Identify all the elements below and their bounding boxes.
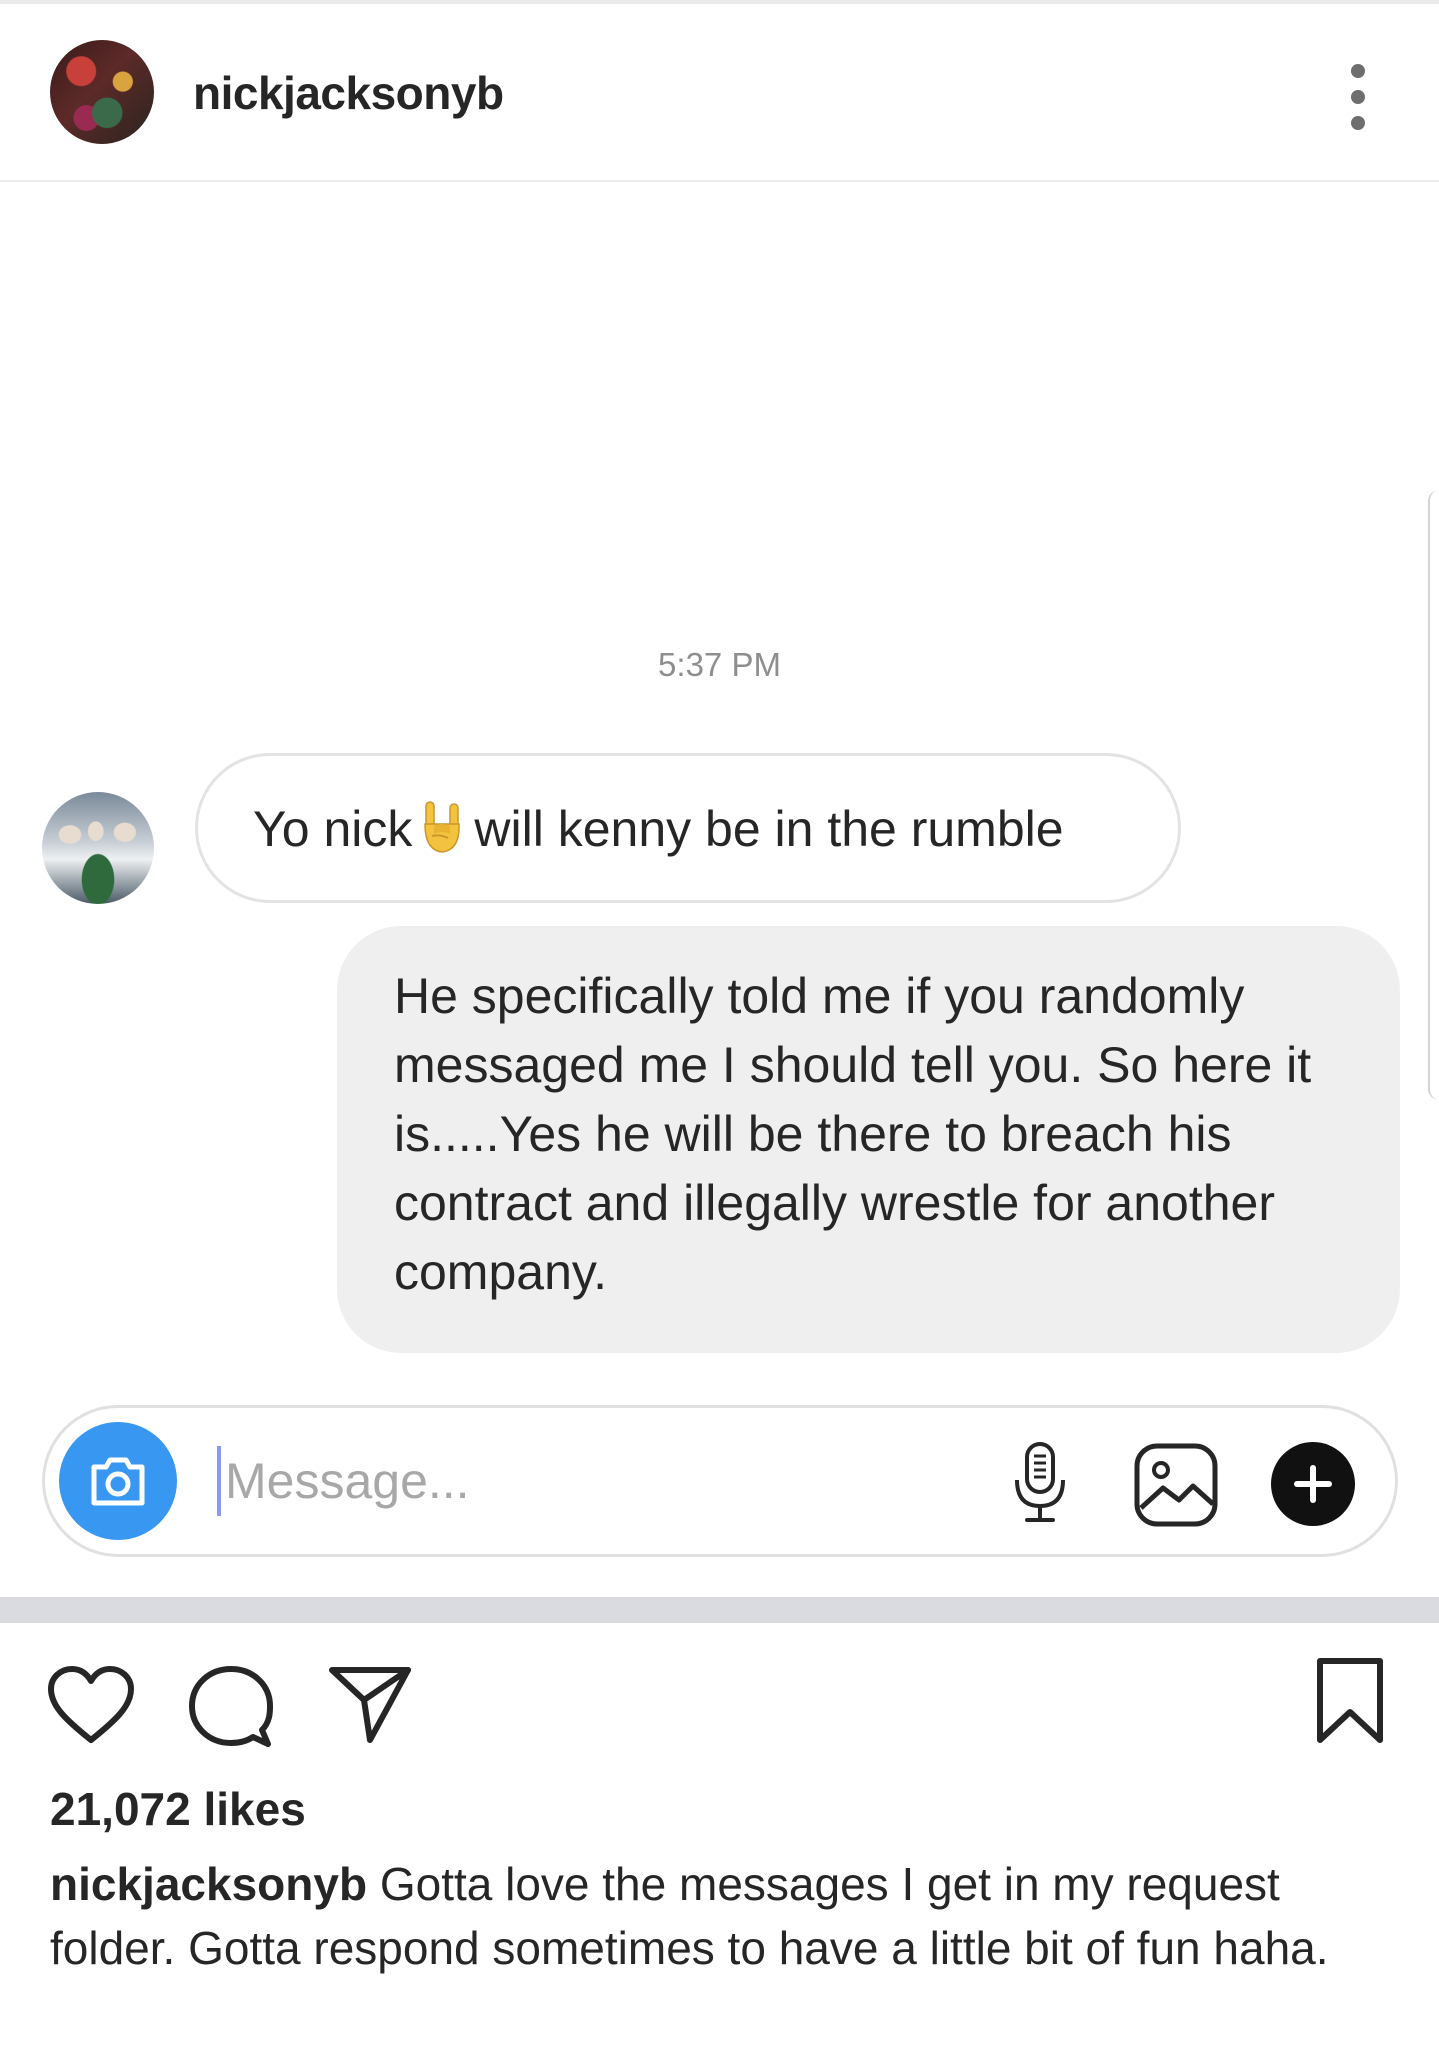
plus-icon [1294, 1465, 1332, 1503]
image-bottom-divider [0, 1597, 1439, 1623]
post-header: nickjacksonyb [0, 4, 1439, 182]
more-options-button[interactable] [1340, 64, 1376, 130]
comment-icon[interactable] [188, 1664, 274, 1750]
gallery-icon[interactable] [1133, 1442, 1219, 1528]
message-input[interactable] [217, 1446, 977, 1516]
more-vertical-icon [1351, 64, 1365, 78]
incoming-message-bubble: Yo nick will kenny be in the rumble [195, 753, 1181, 903]
incoming-message-text: Yo nick will kenny be in the rumble [253, 800, 1064, 860]
username[interactable]: nickjacksonyb [193, 66, 504, 120]
microphone-icon[interactable] [1009, 1440, 1071, 1526]
avatar[interactable] [50, 40, 154, 144]
incoming-message-part: Yo nick [253, 801, 413, 857]
scrollbar [1428, 490, 1439, 1100]
camera-button[interactable] [59, 1422, 177, 1540]
sign-of-the-horns-icon [424, 801, 461, 853]
post-caption: nickjacksonyb Gotta love the messages I … [50, 1852, 1380, 1980]
send-icon[interactable] [326, 1660, 414, 1748]
bookmark-icon[interactable] [1314, 1656, 1386, 1746]
camera-icon [91, 1457, 145, 1506]
message-composer [42, 1405, 1398, 1557]
outgoing-message-text: He specifically told me if you randomly … [394, 968, 1312, 1300]
more-vertical-icon-dot [1351, 90, 1365, 104]
instagram-post: nickjacksonyb 5:37 PM Yo nick will kenny… [0, 0, 1439, 2046]
incoming-message-part: will kenny be in the rumble [474, 801, 1064, 857]
likes-count[interactable]: 21,072 likes [50, 1782, 306, 1836]
outgoing-message-bubble: He specifically told me if you randomly … [337, 926, 1400, 1353]
more-vertical-icon-dot [1351, 116, 1365, 130]
heart-icon[interactable] [46, 1664, 136, 1746]
sender-avatar[interactable] [42, 792, 154, 904]
caption-username[interactable]: nickjacksonyb [50, 1858, 367, 1910]
message-timestamp: 5:37 PM [658, 646, 781, 683]
more-actions-button[interactable] [1271, 1442, 1355, 1526]
